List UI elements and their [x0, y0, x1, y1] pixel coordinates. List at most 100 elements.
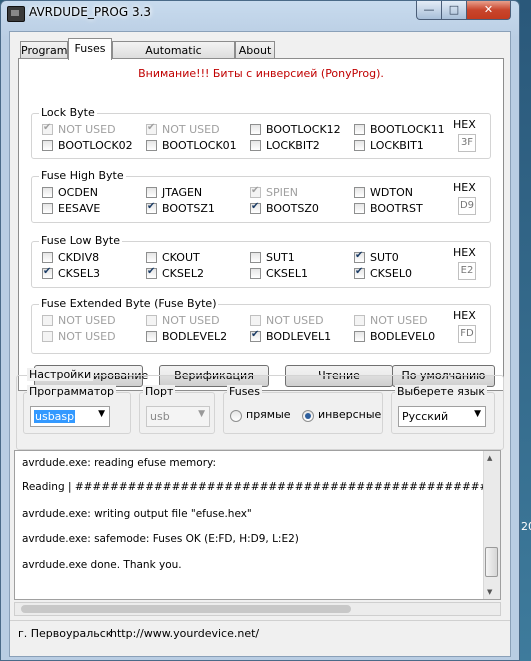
checkbox-box[interactable] [354, 124, 365, 135]
log-output[interactable]: avrdude.exe: reading efuse memory: Readi… [14, 450, 501, 600]
vertical-scrollbar[interactable]: ▲ ▼ [483, 451, 500, 599]
checkbox-box[interactable] [146, 140, 157, 151]
hex-value-field[interactable]: 3F [458, 134, 476, 152]
checkbox-box [250, 185, 261, 198]
lock-byte-title: Lock Byte [39, 106, 97, 119]
fuse-low-title: Fuse Low Byte [39, 234, 122, 247]
checkbox-box[interactable] [42, 266, 53, 279]
fuse-high-group: Fuse High Byte OCDEN JTAGEN SPIEN WDTON EESA… [31, 169, 491, 223]
fuse-bit-label: NOT USED [58, 314, 116, 327]
checkbox-box[interactable] [250, 124, 261, 135]
programmer-select[interactable]: usbasp ▼ [30, 406, 110, 427]
checkbox-box[interactable] [146, 201, 157, 214]
checkbox-box [250, 315, 261, 326]
radio-inverse[interactable] [302, 410, 314, 422]
checkbox-box[interactable] [146, 266, 157, 279]
tab-program[interactable]: Program [20, 41, 68, 59]
fuse-bit-label: NOT USED [162, 123, 220, 136]
fuse-bit-label: NOT USED [58, 123, 116, 136]
fuse-bit-label: SUT0 [370, 251, 399, 264]
checkbox-box [354, 315, 365, 326]
checkbox-box[interactable] [250, 329, 261, 342]
checkbox-box[interactable] [250, 268, 261, 279]
checkbox-box[interactable] [354, 266, 365, 279]
checkbox-box[interactable] [250, 201, 261, 214]
window-client: Program Fuses Automatic programming Abou… [9, 31, 511, 657]
radio-direct-label: прямые [246, 408, 291, 421]
chevron-down-icon: ▼ [198, 409, 205, 419]
title-bar[interactable]: AVRDUDE_PROG 3.3 — □ ✕ [1, 1, 519, 27]
hex-value-field[interactable]: FD [458, 325, 476, 343]
language-select[interactable]: Русский ▼ [398, 406, 486, 427]
app-icon [7, 6, 25, 22]
log-line: avrdude.exe: writing output file "efuse.… [22, 508, 252, 520]
fuse-bit-label: CKSEL1 [266, 267, 308, 280]
language-value: Русский [402, 410, 449, 423]
checkbox-box[interactable] [354, 140, 365, 151]
hex-label: HEX [453, 118, 476, 131]
checkbox-box[interactable] [354, 203, 365, 214]
fuse-ext-title: Fuse Extended Byte (Fuse Byte) [39, 297, 219, 310]
fuse-high-title: Fuse High Byte [39, 169, 126, 182]
vertical-scroll-thumb[interactable] [485, 547, 498, 577]
close-button[interactable]: ✕ [466, 1, 511, 20]
fuse-bit-label: CKOUT [162, 251, 200, 264]
settings-title: Настройки [27, 368, 94, 381]
fuse-bit-label: BODLEVEL2 [162, 330, 228, 343]
minimize-button[interactable]: — [416, 1, 442, 20]
checkbox-box[interactable] [146, 331, 157, 342]
fuse-bit-label: BODLEVEL1 [266, 330, 332, 343]
port-select[interactable]: usb ▼ [146, 406, 210, 427]
fuse-bit-label: WDTON [370, 186, 413, 199]
log-line: avrdude.exe done. Thank you. [22, 559, 182, 571]
tab-about[interactable]: About [235, 41, 275, 59]
checkbox-box[interactable] [354, 187, 365, 198]
status-city: г. Первоуральск [18, 627, 113, 640]
radio-inverse-label: инверсные [318, 408, 382, 421]
fuse-bit-label: BOOTRST [370, 202, 423, 215]
checkbox-box[interactable] [42, 187, 53, 198]
log-line: Reading | ##############################… [22, 481, 501, 493]
fuse-bit-label: BOOTLOCK02 [58, 139, 133, 152]
checkbox-box[interactable] [42, 140, 53, 151]
checkbox-box[interactable] [42, 252, 53, 263]
log-line: avrdude.exe: reading efuse memory: [22, 457, 217, 469]
fuse-bit-label: BOOTSZ1 [162, 202, 215, 215]
fuse-bit-label: CKSEL0 [370, 267, 412, 280]
port-label: Порт [143, 385, 176, 398]
tab-fuses[interactable]: Fuses [68, 38, 112, 60]
checkbox-box[interactable] [250, 140, 261, 151]
hex-value-field[interactable]: E2 [458, 262, 476, 280]
radio-direct[interactable] [230, 410, 242, 422]
hex-value-field[interactable]: D9 [458, 197, 476, 215]
port-group: Порт usb ▼ [139, 385, 215, 434]
checkbox-box[interactable] [250, 252, 261, 263]
scroll-down-icon[interactable]: ▼ [487, 588, 492, 596]
checkbox-box [42, 331, 53, 342]
fuse-bit-label: BOOTLOCK01 [162, 139, 237, 152]
maximize-button[interactable]: □ [441, 1, 467, 20]
tab-automatic-programming[interactable]: Automatic programming [112, 41, 235, 74]
language-group: Выберете язык Русский ▼ [391, 385, 495, 434]
checkbox-box[interactable] [354, 331, 365, 342]
checkbox-box[interactable] [42, 203, 53, 214]
lock-byte-group: Lock Byte NOT USED NOT USED BOOTLOCK12 BOOT… [31, 106, 491, 159]
checkbox-box[interactable] [146, 187, 157, 198]
horizontal-scrollbar[interactable] [14, 602, 501, 616]
port-value: usb [150, 410, 170, 423]
scroll-up-icon[interactable]: ▲ [487, 454, 492, 462]
checkbox-box[interactable] [354, 250, 365, 263]
settings-group: Настройки Программатор usbasp ▼ Порт usb… [16, 368, 504, 450]
hex-label: HEX [453, 181, 476, 194]
log-line: avrdude.exe: safemode: Fuses OK (E:FD, H… [22, 533, 299, 545]
status-url[interactable]: http://www.yourdevice.net/ [110, 627, 259, 640]
status-bar: г. Первоуральск http://www.yourdevice.ne… [10, 620, 510, 658]
app-window: AVRDUDE_PROG 3.3 — □ ✕ Program Fuses Aut… [0, 0, 520, 661]
fuse-bit-label: CKDIV8 [58, 251, 100, 264]
checkbox-box [42, 315, 53, 326]
fuse-bit-label: JTAGEN [162, 186, 203, 199]
horizontal-scroll-thumb[interactable] [21, 605, 351, 613]
language-label: Выберете язык [395, 385, 487, 398]
checkbox-box[interactable] [146, 252, 157, 263]
fuses-panel: Внимание!!! Биты с инверсией (PonyProg).… [18, 58, 504, 391]
